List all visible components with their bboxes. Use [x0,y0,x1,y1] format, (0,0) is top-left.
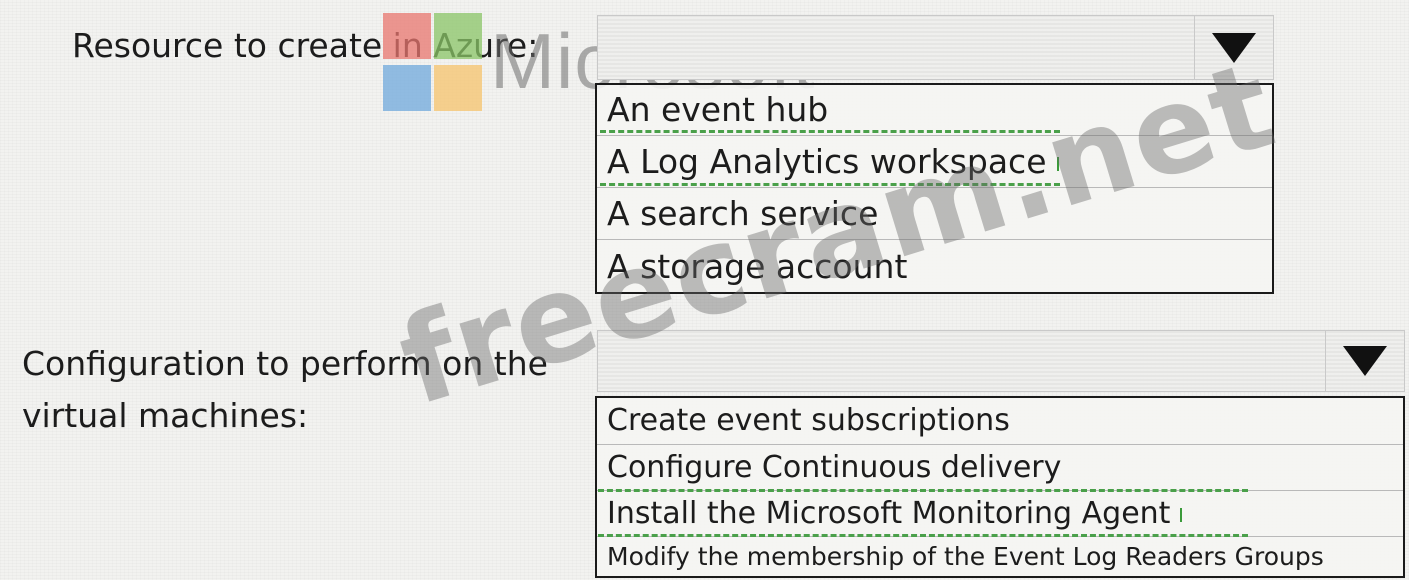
configuration-label-line2: virtual machines: [22,396,309,435]
configuration-option-4[interactable]: Modify the membership of the Event Log R… [597,536,1403,580]
answer-highlight-top [598,489,1248,492]
configuration-option-3[interactable]: Install the Microsoft Monitoring Agent [597,490,1403,536]
answer-marker [1180,507,1183,522]
logo-square-yellow [434,65,482,111]
logo-square-red [383,13,431,59]
logo-square-blue [383,65,431,111]
configuration-option-2[interactable]: Configure Continuous delivery [597,444,1403,490]
configuration-option-1[interactable]: Create event subscriptions [597,398,1403,444]
configuration-dropdown-toggle[interactable] [1325,331,1404,391]
logo-square-green [434,13,482,59]
configuration-options-list: Create event subscriptions Configure Con… [595,396,1405,578]
dropdown-arrow-icon [1343,346,1387,376]
answer-highlight-bottom [598,534,1248,537]
